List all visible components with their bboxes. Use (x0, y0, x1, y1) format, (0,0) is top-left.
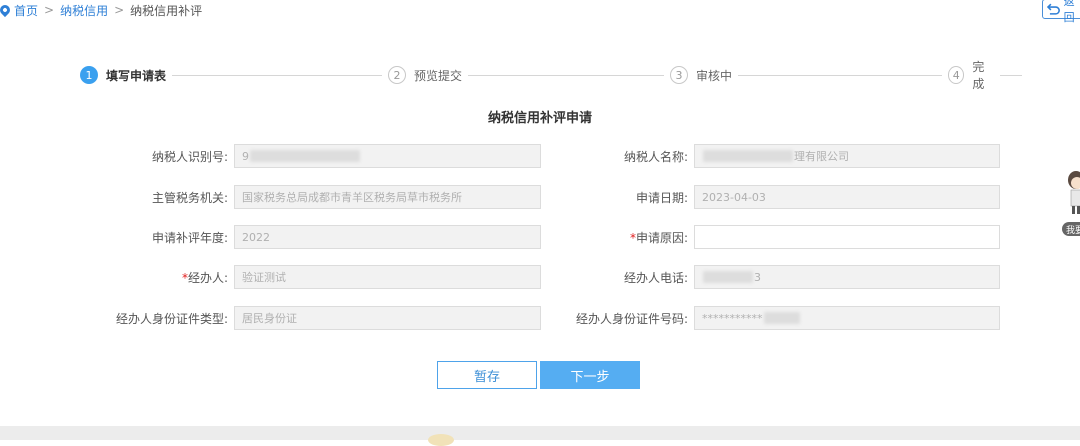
field-label: 申请日期: (635, 190, 688, 205)
field-apply-date: 申请日期: 2023-04-03 (540, 185, 1000, 209)
footer-bar (0, 426, 1080, 440)
tax-authority-input[interactable]: 国家税务总局成都市青羊区税务局草市税务所 (234, 185, 541, 209)
field-tax-authority: 主管税务机关: 国家税务总局成都市青羊区税务局草市税务所 (80, 185, 541, 209)
redacted-mask (763, 312, 800, 324)
field-label-text: 经办人: (187, 270, 228, 285)
step-1: 1 填写申请表 (80, 64, 173, 86)
redacted-mask (703, 271, 753, 283)
id-type-input[interactable]: 居民身份证 (234, 306, 541, 330)
taxpayer-name-value: 理有限公司 (794, 150, 849, 163)
breadcrumb-current: 纳税信用补评 (130, 3, 203, 18)
field-reason: *申请原因: (540, 225, 1000, 249)
field-handler-phone: 经办人电话: 3 (540, 265, 1000, 289)
field-label: *申请原因: (540, 229, 694, 246)
next-step-button[interactable]: 下一步 (540, 361, 640, 389)
step-number: 3 (670, 66, 688, 84)
redacted-mask (250, 150, 360, 162)
breadcrumb-separator: > (114, 3, 125, 17)
step-label: 完成 (972, 60, 985, 91)
tax-authority-value: 国家税务总局成都市青羊区税务局草市税务所 (242, 191, 462, 204)
location-pin-icon (0, 2, 13, 18)
step-label: 填写申请表 (106, 68, 167, 83)
id-number-value: *********** (702, 311, 763, 325)
assistant-label[interactable]: 我要 (1062, 222, 1080, 236)
field-label: 纳税人名称: (623, 149, 688, 164)
form-title: 纳税信用补评申请 (487, 111, 592, 126)
field-label: 经办人身份证件号码: (575, 311, 688, 326)
back-arrow-icon (1047, 3, 1060, 15)
id-number-input[interactable]: *********** (694, 306, 1000, 330)
breadcrumb-separator: > (44, 3, 55, 17)
field-label: 纳税人识别号: (151, 149, 228, 164)
field-label: 经办人身份证件类型: (115, 311, 228, 326)
taxpayer-id-input[interactable]: 9 (234, 144, 541, 168)
progress-stepper: 1 填写申请表 2 预览提交 3 审核中 4 完成 (80, 60, 1022, 91)
step-number: 2 (388, 66, 406, 84)
field-label-text: 申请原因: (635, 230, 688, 245)
field-taxpayer-id: 纳税人识别号: 9 (80, 144, 541, 168)
rating-year-value: 2022 (242, 230, 270, 244)
id-type-value: 居民身份证 (242, 312, 297, 325)
field-label: *经办人: (80, 269, 234, 286)
redacted-mask (703, 150, 793, 162)
step-3: 3 审核中 (664, 64, 739, 86)
footer-decoration (428, 434, 454, 446)
field-id-number: 经办人身份证件号码: *********** (540, 306, 1000, 330)
assistant-mascot-icon[interactable] (1064, 168, 1080, 216)
field-taxpayer-name: 纳税人名称: 理有限公司 (540, 144, 1000, 168)
taxpayer-name-input[interactable]: 理有限公司 (694, 144, 1000, 168)
save-draft-button[interactable]: 暂存 (437, 361, 537, 389)
handler-phone-input[interactable]: 3 (694, 265, 1000, 289)
step-label: 预览提交 (414, 68, 463, 83)
rating-year-input[interactable]: 2022 (234, 225, 541, 249)
breadcrumb: 首页 > 纳税信用 > 纳税信用补评 (0, 0, 202, 20)
field-rating-year: 申请补评年度: 2022 (80, 225, 541, 249)
field-label: 主管税务机关: (151, 190, 228, 205)
taxpayer-id-value: 9 (242, 149, 249, 163)
step-number: 4 (948, 66, 965, 84)
field-label: 经办人电话: (623, 270, 688, 285)
step-label: 审核中 (696, 68, 733, 83)
step-4: 4 完成 (942, 60, 1000, 91)
field-id-type: 经办人身份证件类型: 居民身份证 (80, 306, 541, 330)
handler-phone-value: 3 (754, 270, 761, 284)
handler-input[interactable]: 验证测试 (234, 265, 541, 289)
field-handler: *经办人: 验证测试 (80, 265, 541, 289)
breadcrumb-home[interactable]: 首页 (14, 2, 38, 19)
breadcrumb-parent[interactable]: 纳税信用 (60, 2, 108, 19)
field-label: 申请补评年度: (151, 230, 228, 245)
reason-input[interactable] (694, 225, 1000, 249)
step-number: 1 (80, 66, 98, 84)
apply-date-value: 2023-04-03 (702, 190, 766, 204)
apply-date-input[interactable]: 2023-04-03 (694, 185, 1000, 209)
back-button-label: 返回 (1063, 0, 1075, 24)
back-button[interactable]: 返回 (1042, 0, 1080, 24)
handler-value: 验证测试 (242, 271, 286, 284)
step-2: 2 预览提交 (382, 64, 469, 86)
